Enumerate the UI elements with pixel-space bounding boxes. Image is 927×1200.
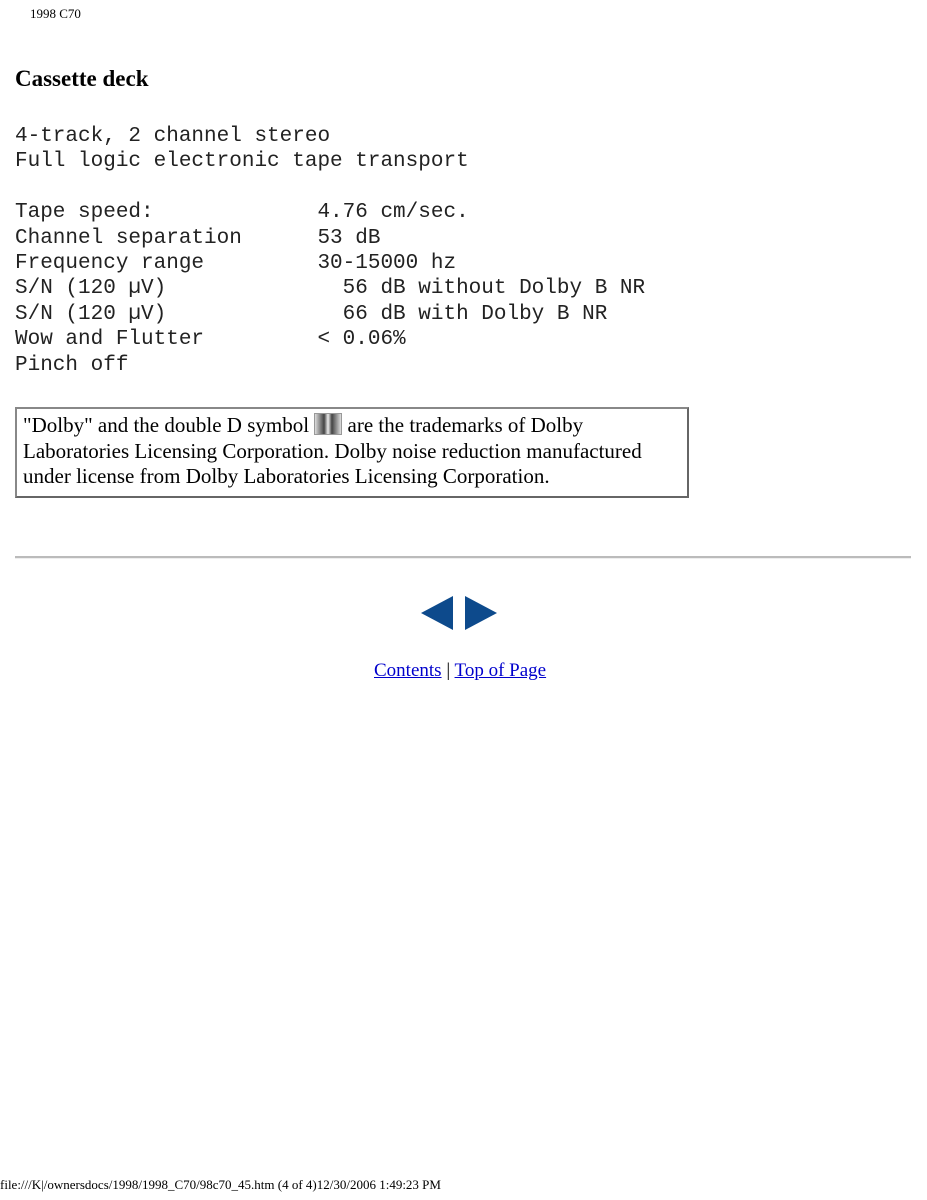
next-page-icon[interactable]	[465, 596, 497, 630]
spec-line: Channel separation 53 dB	[15, 226, 381, 250]
spec-line: Pinch off	[15, 353, 129, 377]
link-separator: |	[446, 660, 451, 681]
spec-line: Full logic electronic tape transport	[15, 150, 469, 174]
dolby-double-d-icon	[314, 413, 343, 435]
nav-links: Contents | Top of Page	[374, 660, 546, 682]
page-title: Cassette deck	[15, 66, 149, 91]
page-navigation	[421, 596, 497, 630]
specifications: 4-track, 2 channel stereo Full logic elec…	[15, 124, 645, 378]
spec-line: Frequency range 30-15000 hz	[15, 251, 457, 275]
spec-line: Wow and Flutter < 0.06%	[15, 328, 406, 352]
trademark-note: "Dolby" and the double D symbol are the …	[15, 407, 689, 498]
contents-link[interactable]: Contents	[374, 660, 442, 681]
file-path-footer: file:///K|/ownersdocs/1998/1998_C70/98c7…	[0, 1177, 441, 1192]
top-of-page-link[interactable]: Top of Page	[455, 660, 547, 681]
spec-line	[15, 175, 645, 200]
previous-page-icon[interactable]	[421, 596, 453, 630]
note-text: "Dolby" and the double D symbol	[23, 413, 315, 437]
spec-line: S/N (120 µV) 56 dB without Dolby B NR	[15, 277, 646, 301]
spec-line: Tape speed: 4.76 cm/sec.	[15, 201, 469, 225]
spec-line: 4-track, 2 channel stereo	[15, 125, 331, 148]
document-header: 1998 C70	[30, 6, 81, 21]
spec-line: S/N (120 µV) 66 dB with Dolby B NR	[15, 302, 608, 326]
divider	[15, 556, 911, 559]
